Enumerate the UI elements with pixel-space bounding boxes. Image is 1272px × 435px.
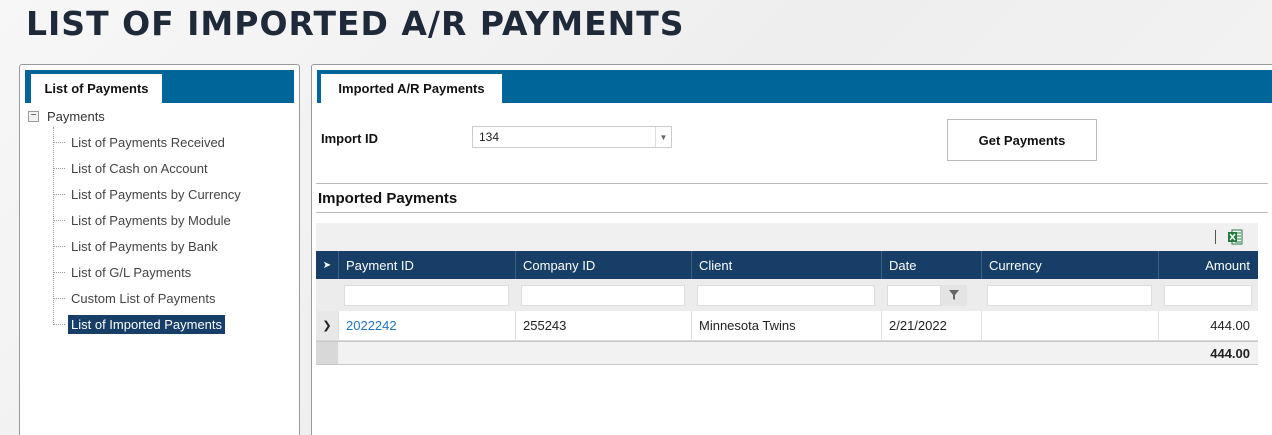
filter-company-id-input[interactable] <box>521 284 685 306</box>
chevron-right-icon[interactable]: ➤ <box>316 251 338 279</box>
tree-item-custom-list[interactable]: Custom List of Payments <box>53 287 219 309</box>
filter-cell <box>881 279 981 311</box>
filter-currency-input[interactable] <box>987 284 1152 306</box>
tree-item-payments-by-module[interactable]: List of Payments by Module <box>53 209 234 231</box>
date-cell: 2/21/2022 <box>881 311 981 340</box>
get-payments-button[interactable]: Get Payments <box>947 119 1097 161</box>
footer-spacer <box>316 342 338 364</box>
tree-root-payments[interactable]: − Payments <box>28 109 105 124</box>
tree-item-imported-payments[interactable]: List of Imported Payments <box>53 313 226 335</box>
filter-cell <box>1158 279 1258 311</box>
table-row[interactable]: ❯ 2022242 255243 Minnesota Twins 2/21/20… <box>316 311 1258 341</box>
grid-header-row: ➤ Payment ID Company ID Client Date Curr… <box>316 251 1258 279</box>
filter-cell <box>691 279 881 311</box>
payments-list-panel: List of Payments − Payments List of Paym… <box>19 64 300 435</box>
filter-date-input[interactable] <box>887 284 941 306</box>
column-header-payment-id[interactable]: Payment ID <box>338 251 515 279</box>
company-id-cell: 255243 <box>515 311 691 340</box>
tree-item-label: List of Payments Received <box>71 134 225 150</box>
tree-item-label: List of Payments by Module <box>71 212 231 228</box>
grid-filter-row <box>316 279 1258 311</box>
import-id-select[interactable]: 134 ▼ <box>472 126 672 148</box>
filter-payment-id-input[interactable] <box>344 284 509 306</box>
import-id-value: 134 <box>479 130 500 144</box>
tab-imported-ar-payments[interactable]: Imported A/R Payments <box>321 74 502 103</box>
excel-export-icon[interactable] <box>1227 229 1243 245</box>
column-header-date[interactable]: Date <box>881 251 981 279</box>
import-id-label: Import ID <box>321 131 379 146</box>
page-title: LIST OF IMPORTED A/R PAYMENTS <box>26 4 685 43</box>
amount-cell: 444.00 <box>1158 311 1258 340</box>
tree-item-payments-received[interactable]: List of Payments Received <box>53 131 228 153</box>
tree-item-label: List of Imported Payments <box>68 314 226 334</box>
imported-payments-panel: Imported A/R Payments Import ID 134 ▼ Ge… <box>311 64 1272 435</box>
tree-item-payments-by-bank[interactable]: List of Payments by Bank <box>53 235 221 257</box>
amount-total: 444.00 <box>1210 345 1250 361</box>
divider <box>316 183 1268 184</box>
tree-item-payments-by-currency[interactable]: List of Payments by Currency <box>53 183 244 205</box>
filter-client-input[interactable] <box>697 284 875 306</box>
grid-toolbar <box>316 223 1258 251</box>
toolbar-separator <box>1215 230 1216 244</box>
funnel-icon[interactable] <box>941 284 967 306</box>
column-header-client[interactable]: Client <box>691 251 881 279</box>
chevron-down-icon[interactable]: ▼ <box>655 127 671 147</box>
filter-amount-input[interactable] <box>1164 284 1252 306</box>
tree-item-cash-on-account[interactable]: List of Cash on Account <box>53 157 211 179</box>
grid-footer-row: 444.00 <box>316 341 1258 365</box>
filter-spacer <box>316 279 338 311</box>
tree-item-label: List of Cash on Account <box>71 160 208 176</box>
tree-root-label: Payments <box>47 109 105 124</box>
divider <box>316 212 1268 213</box>
currency-cell <box>981 311 1158 340</box>
tab-list-of-payments[interactable]: List of Payments <box>31 74 162 103</box>
column-header-company-id[interactable]: Company ID <box>515 251 691 279</box>
chevron-right-icon[interactable]: ❯ <box>316 311 338 340</box>
filter-cell <box>338 279 515 311</box>
tree-item-label: Custom List of Payments <box>71 290 216 306</box>
tree-item-label: List of G/L Payments <box>71 264 192 280</box>
client-cell: Minnesota Twins <box>691 311 881 340</box>
footer-spacer <box>338 342 1158 364</box>
tree-item-gl-payments[interactable]: List of G/L Payments <box>53 261 194 283</box>
filter-cell <box>515 279 691 311</box>
filter-date-wrap <box>887 284 975 306</box>
tree-item-label: List of Payments by Bank <box>71 238 218 254</box>
payment-id-cell: 2022242 <box>338 311 515 340</box>
section-title: Imported Payments <box>318 190 458 207</box>
payments-grid: ➤ Payment ID Company ID Client Date Curr… <box>316 223 1258 365</box>
filter-cell <box>981 279 1158 311</box>
minus-box-icon[interactable]: − <box>28 111 39 122</box>
column-header-currency[interactable]: Currency <box>981 251 1158 279</box>
column-header-amount[interactable]: Amount <box>1158 251 1258 279</box>
payment-id-link[interactable]: 2022242 <box>346 318 397 333</box>
tree-item-label: List of Payments by Currency <box>71 186 241 202</box>
